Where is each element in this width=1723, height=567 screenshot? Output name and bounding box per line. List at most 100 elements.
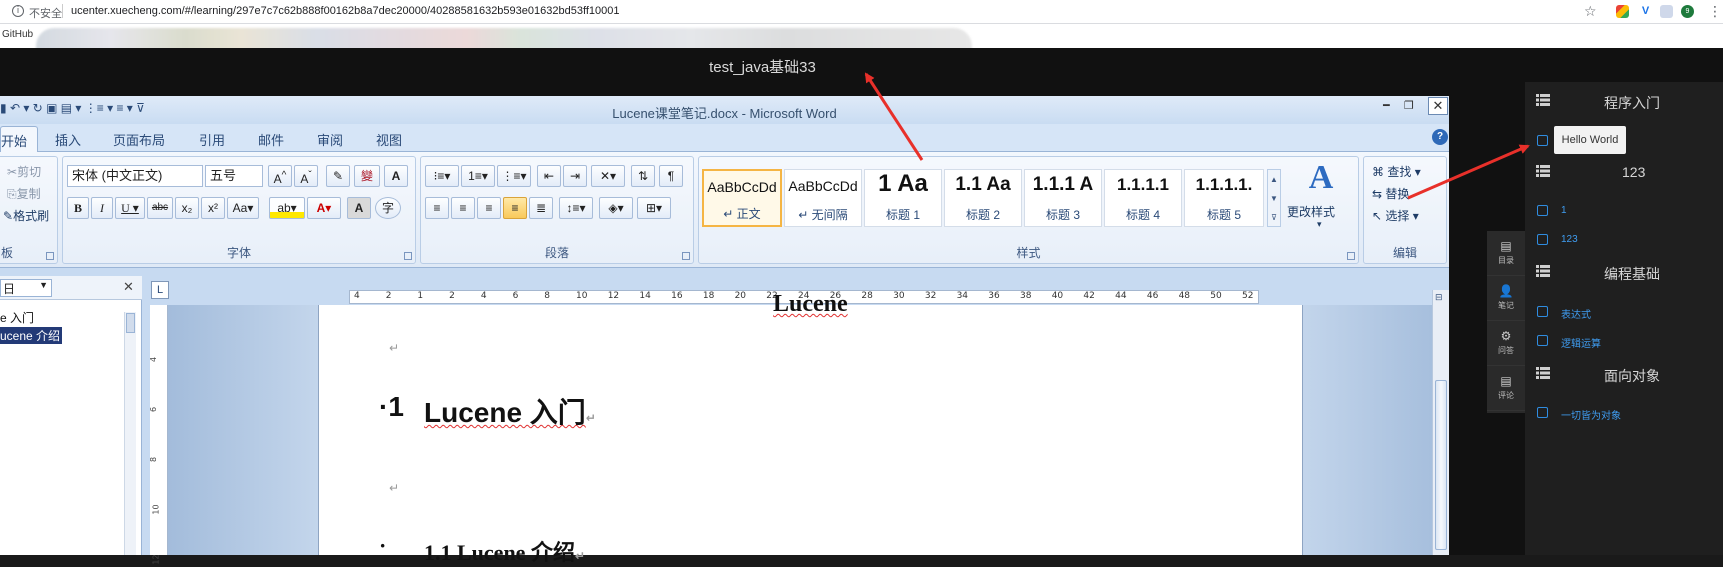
char-border-icon[interactable]: A — [384, 165, 408, 187]
underline-button[interactable]: U ▾ — [115, 197, 145, 219]
char-shading-button[interactable]: A — [347, 197, 371, 219]
decrease-indent-button[interactable]: ⇤ — [537, 165, 561, 187]
find-button[interactable]: ⌘ 查找 ▾ — [1372, 163, 1421, 180]
copy-button[interactable]: ⎘复制 — [7, 185, 41, 202]
italic-button[interactable]: I — [91, 197, 113, 219]
lesson-link[interactable]: 1 — [1561, 205, 1567, 216]
justify-button[interactable]: ≡ — [503, 197, 527, 219]
menu-dots-icon[interactable]: ⋮ — [1708, 3, 1722, 20]
nav-scrollbar[interactable] — [124, 312, 136, 555]
change-styles-button[interactable]: 更改样式 — [1287, 203, 1335, 220]
bookmark-star-icon[interactable]: ☆ — [1584, 3, 1597, 20]
lesson-link[interactable]: 123 — [1561, 234, 1578, 245]
font-color-button[interactable]: A▾ — [307, 197, 341, 219]
select-button[interactable]: ↖ 选择 ▾ — [1372, 207, 1419, 224]
tool-qa[interactable]: ⚙ 问答 — [1487, 321, 1525, 366]
align-center-button[interactable]: ≡ — [451, 197, 475, 219]
numbering-button[interactable]: 1≡▾ — [461, 165, 495, 187]
bold-button[interactable]: B — [67, 197, 89, 219]
lesson-link[interactable]: 表达式 — [1561, 306, 1591, 321]
section-header[interactable] — [1536, 264, 1550, 282]
subscript-button[interactable]: x₂ — [175, 197, 199, 219]
replace-button[interactable]: ⇆ 替换 — [1372, 185, 1409, 202]
dialog-launcher-icon[interactable] — [1347, 252, 1355, 260]
help-icon[interactable]: ? — [1432, 129, 1448, 145]
style-heading-3[interactable]: 1.1.1 A 标题 3 — [1024, 169, 1102, 227]
scroll-thumb[interactable] — [126, 313, 135, 333]
change-case-button[interactable]: Aa▾ — [227, 197, 259, 219]
tab-view[interactable]: 视图 — [376, 130, 402, 149]
tool-comments[interactable]: ▤ 评论 — [1487, 366, 1525, 411]
distribute-button[interactable]: ≣ — [529, 197, 553, 219]
close-icon[interactable]: ✕ — [1428, 97, 1448, 115]
document-scrollbar[interactable]: ⊟ — [1432, 290, 1449, 555]
increase-indent-button[interactable]: ⇥ — [563, 165, 587, 187]
nav-item-selected[interactable]: ucene 介绍 — [0, 327, 63, 344]
shading-button[interactable]: ◈▾ — [599, 197, 633, 219]
info-icon[interactable]: i — [12, 5, 24, 17]
dialog-launcher-icon[interactable] — [404, 252, 412, 260]
clear-format-icon[interactable]: ✎ — [326, 165, 350, 187]
asian-layout-button[interactable]: ✕▾ — [591, 165, 625, 187]
extension-icon[interactable] — [1616, 5, 1629, 18]
style-normal[interactable]: AaBbCcDd ↵ 正文 — [702, 169, 782, 227]
extension-icon[interactable] — [1660, 5, 1673, 18]
nav-item[interactable]: e 入门 — [0, 309, 34, 326]
format-painter-button[interactable]: ✎格式刷 — [3, 207, 49, 224]
browser-address-bar[interactable]: i 不安全 ucenter.xuecheng.com/#/learning/29… — [0, 0, 1723, 24]
line-spacing-button[interactable]: ↕≡▾ — [559, 197, 593, 219]
nav-view-select[interactable]: 日 ▼ — [0, 279, 52, 297]
font-size-select[interactable]: 五号 — [205, 165, 263, 187]
scroll-thumb[interactable] — [1435, 380, 1447, 550]
grow-font-button[interactable]: A^ — [268, 165, 292, 187]
cut-button[interactable]: ✂剪切 — [7, 163, 41, 180]
borders-button[interactable]: ⊞▾ — [637, 197, 671, 219]
tab-home[interactable]: 开始 — [0, 126, 39, 153]
font-name-select[interactable]: 宋体 (中文正文) — [67, 165, 203, 187]
tab-references[interactable]: 引用 — [199, 130, 225, 149]
align-right-button[interactable]: ≡ — [477, 197, 501, 219]
superscript-button[interactable]: x² — [201, 197, 225, 219]
tab-selector-icon[interactable]: L — [151, 281, 169, 299]
shrink-font-button[interactable]: Aˇ — [294, 165, 318, 187]
sort-button[interactable]: ⇅ — [631, 165, 655, 187]
style-heading-5[interactable]: 1.1.1.1. 标题 5 — [1184, 169, 1264, 227]
section-header[interactable] — [1536, 164, 1550, 182]
style-no-spacing[interactable]: AaBbCcDd ↵ 无间隔 — [784, 169, 862, 227]
lesson-link[interactable]: 一切皆为对象 — [1561, 407, 1621, 422]
style-heading-1[interactable]: 1 Aa 标题 1 — [864, 169, 942, 227]
enclose-char-button[interactable]: 字 — [375, 197, 401, 219]
tool-catalog[interactable]: ▤ 目录 — [1487, 231, 1525, 276]
lesson-tooltip[interactable]: Hello World — [1554, 126, 1626, 154]
bookmark-github[interactable]: GitHub — [2, 29, 33, 40]
strikethrough-button[interactable]: abc — [147, 197, 173, 219]
highlight-color-button[interactable]: ab▾ — [269, 197, 305, 219]
extension-v-icon[interactable]: V — [1639, 5, 1652, 18]
phonetic-guide-icon[interactable]: 變 — [354, 165, 380, 187]
split-icon[interactable]: ⊟ — [1435, 292, 1447, 304]
tab-review[interactable]: 审阅 — [317, 130, 343, 149]
section-header[interactable] — [1536, 366, 1550, 384]
minimize-icon[interactable]: ━ — [1383, 99, 1390, 112]
bullets-button[interactable]: ⁝≡▾ — [425, 165, 459, 187]
dialog-launcher-icon[interactable] — [682, 252, 690, 260]
change-styles-icon[interactable]: A — [1291, 159, 1351, 199]
tool-notes[interactable]: 👤 笔记 — [1487, 276, 1525, 321]
multilevel-list-button[interactable]: ⋮≡▾ — [497, 165, 531, 187]
align-left-button[interactable]: ≡ — [425, 197, 449, 219]
section-header[interactable] — [1536, 93, 1550, 111]
close-icon[interactable]: ✕ — [123, 279, 134, 295]
tab-insert[interactable]: 插入 — [55, 130, 81, 149]
tab-page-layout[interactable]: 页面布局 — [113, 130, 165, 149]
style-heading-4[interactable]: 1.1.1.1 标题 4 — [1104, 169, 1182, 227]
lesson-link[interactable]: 逻辑运算 — [1561, 335, 1601, 350]
restore-icon[interactable]: ❐ — [1404, 99, 1414, 112]
style-heading-2[interactable]: 1.1 Aa 标题 2 — [944, 169, 1022, 227]
styles-scroll[interactable]: ▲ ▼ ⊽ — [1267, 169, 1281, 227]
url-text[interactable]: ucenter.xuecheng.com/#/learning/297e7c7c… — [71, 5, 619, 17]
show-marks-button[interactable]: ¶ — [659, 165, 683, 187]
profile-avatar[interactable]: 9 — [1681, 5, 1694, 18]
tab-mailings[interactable]: 邮件 — [258, 130, 284, 149]
document-page[interactable]: Lucene ↵ ·1 Lucene 入门↵ ↵ · 1.1 Lucene 介绍… — [318, 291, 1303, 565]
dialog-launcher-icon[interactable] — [46, 252, 54, 260]
